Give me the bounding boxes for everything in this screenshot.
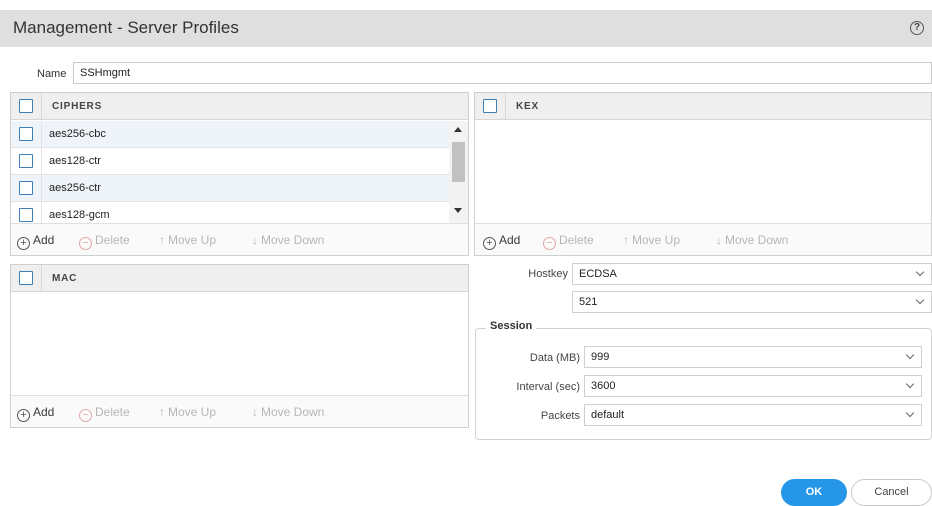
- list-item[interactable]: aes128-ctr: [11, 148, 449, 175]
- interval-label: Interval (sec): [516, 381, 580, 393]
- scrollbar-thumb[interactable]: [452, 142, 465, 182]
- ciphers-rows: aes256-cbc aes128-ctr aes256-ctr aes128-…: [11, 121, 449, 223]
- mac-grid: MAC + Add − Delete ↑ Move Up ↓ Move Down: [10, 264, 469, 428]
- help-icon[interactable]: ?: [910, 21, 924, 35]
- name-input[interactable]: [73, 62, 932, 84]
- ciphers-move-down-button[interactable]: ↓ Move Down: [252, 233, 324, 247]
- list-item[interactable]: aes256-cbc: [11, 121, 449, 148]
- ciphers-toolbar: + Add − Delete ↑ Move Up ↓ Move Down: [11, 223, 468, 255]
- plus-circle-icon: +: [483, 237, 496, 250]
- packets-label: Packets: [540, 410, 580, 422]
- hostkey-type-select[interactable]: ECDSA: [572, 263, 932, 285]
- mac-toolbar: + Add − Delete ↑ Move Up ↓ Move Down: [11, 395, 468, 427]
- cipher-name: aes256-ctr: [49, 182, 101, 194]
- hostkey-bits-value: 521: [579, 296, 598, 308]
- ciphers-move-up-button[interactable]: ↑ Move Up: [159, 233, 216, 247]
- scroll-down-icon[interactable]: [454, 208, 462, 213]
- plus-circle-icon: +: [17, 237, 30, 250]
- packets-select[interactable]: default: [584, 404, 922, 426]
- list-item[interactable]: aes128-gcm: [11, 202, 449, 223]
- dialog-titlebar: Management - Server Profiles ?: [0, 10, 932, 47]
- ok-button[interactable]: OK: [781, 479, 847, 506]
- hostkey-type-value: ECDSA: [579, 268, 617, 280]
- arrow-up-icon: ↑: [159, 405, 165, 419]
- data-mb-value: 999: [591, 351, 610, 363]
- kex-column-label: KEX: [516, 101, 539, 112]
- kex-header: KEX: [475, 93, 931, 120]
- hostkey-label: Hostkey: [528, 268, 568, 280]
- arrow-down-icon: ↓: [716, 233, 722, 247]
- data-mb-label: Data (MB): [529, 352, 580, 364]
- ciphers-add-button[interactable]: + Add: [17, 233, 54, 250]
- dialog-title: Management - Server Profiles: [13, 18, 239, 37]
- arrow-up-icon: ↑: [159, 233, 165, 247]
- ciphers-scrollbar[interactable]: [449, 121, 468, 223]
- kex-select-all-checkbox[interactable]: [483, 99, 497, 113]
- mac-delete-button[interactable]: − Delete: [79, 405, 130, 422]
- kex-move-up-button[interactable]: ↑ Move Up: [623, 233, 680, 247]
- arrow-down-icon: ↓: [252, 233, 258, 247]
- plus-circle-icon: +: [17, 409, 30, 422]
- mac-add-button[interactable]: + Add: [17, 405, 54, 422]
- mac-select-all-checkbox[interactable]: [19, 271, 33, 285]
- interval-select[interactable]: 3600: [584, 375, 922, 397]
- mac-move-down-button[interactable]: ↓ Move Down: [252, 405, 324, 419]
- interval-value: 3600: [591, 380, 616, 392]
- ciphers-delete-button[interactable]: − Delete: [79, 233, 130, 250]
- row-checkbox[interactable]: [19, 154, 33, 168]
- arrow-up-icon: ↑: [623, 233, 629, 247]
- arrow-down-icon: ↓: [252, 405, 258, 419]
- name-label: Name: [37, 68, 67, 80]
- packets-value: default: [591, 409, 625, 421]
- ciphers-header: CIPHERS: [11, 93, 468, 120]
- chevron-down-icon: [905, 350, 915, 360]
- ciphers-column-label: CIPHERS: [52, 101, 103, 112]
- data-mb-select[interactable]: 999: [584, 346, 922, 368]
- row-checkbox[interactable]: [19, 127, 33, 141]
- mac-header: MAC: [11, 265, 468, 292]
- minus-circle-icon: −: [79, 409, 92, 422]
- list-item[interactable]: aes256-ctr: [11, 175, 449, 202]
- chevron-down-icon: [905, 379, 915, 389]
- minus-circle-icon: −: [79, 237, 92, 250]
- chevron-down-icon: [905, 408, 915, 418]
- session-legend: Session: [486, 320, 537, 332]
- row-checkbox[interactable]: [19, 208, 33, 222]
- kex-move-down-button[interactable]: ↓ Move Down: [716, 233, 788, 247]
- kex-delete-button[interactable]: − Delete: [543, 233, 594, 250]
- cancel-button[interactable]: Cancel: [851, 479, 932, 506]
- minus-circle-icon: −: [543, 237, 556, 250]
- cipher-name: aes128-ctr: [49, 155, 101, 167]
- row-checkbox[interactable]: [19, 181, 33, 195]
- mac-move-up-button[interactable]: ↑ Move Up: [159, 405, 216, 419]
- cipher-name: aes128-gcm: [49, 209, 110, 221]
- chevron-down-icon: [915, 295, 925, 305]
- kex-toolbar: + Add − Delete ↑ Move Up ↓ Move Down: [475, 223, 931, 255]
- scroll-up-icon[interactable]: [454, 127, 462, 132]
- kex-grid: KEX + Add − Delete ↑ Move Up ↓ Move Down: [474, 92, 932, 256]
- chevron-down-icon: [915, 267, 925, 277]
- ciphers-grid: CIPHERS aes256-cbc aes128-ctr aes256-ctr…: [10, 92, 469, 256]
- hostkey-bits-select[interactable]: 521: [572, 291, 932, 313]
- cipher-name: aes256-cbc: [49, 128, 106, 140]
- mac-column-label: MAC: [52, 273, 78, 284]
- kex-add-button[interactable]: + Add: [483, 233, 520, 250]
- ciphers-select-all-checkbox[interactable]: [19, 99, 33, 113]
